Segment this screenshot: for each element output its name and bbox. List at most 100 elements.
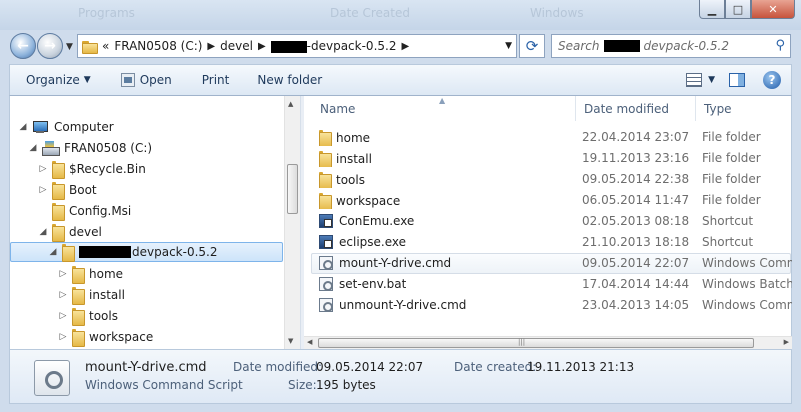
scroll-up-icon[interactable]: ▲ bbox=[288, 100, 293, 108]
breadcrumb-drive[interactable]: FRAN0508 (C:) bbox=[114, 39, 202, 53]
back-button[interactable]: ← bbox=[10, 33, 36, 59]
view-options-icon[interactable] bbox=[686, 73, 703, 87]
address-history-dropdown[interactable]: ▼ bbox=[505, 41, 512, 51]
redaction-bar bbox=[603, 40, 640, 52]
open-button[interactable]: Open bbox=[120, 73, 172, 87]
file-row[interactable]: set-env.bat 17.04.2014 14:44 Windows Bat… bbox=[311, 274, 792, 295]
tree-item-recycle-bin[interactable]: ▷ $Recycle.Bin bbox=[38, 159, 146, 179]
scroll-down-icon[interactable]: ▼ bbox=[288, 337, 293, 345]
maximize-button[interactable]: □ bbox=[725, 0, 751, 19]
file-row[interactable]: tools 09.05.2014 22:38 File folder bbox=[311, 169, 791, 190]
tree-label: Boot bbox=[69, 183, 97, 197]
recent-pages-button[interactable]: ▼ bbox=[66, 42, 73, 52]
tree-item-devel[interactable]: ◢ devel bbox=[38, 222, 102, 242]
nav-scrollbar[interactable]: ▲ ▼ bbox=[284, 96, 300, 349]
tree-item-config-msi[interactable]: Config.Msi bbox=[38, 201, 131, 221]
column-header-type[interactable]: Type bbox=[696, 96, 792, 121]
file-name: ConEmu.exe bbox=[339, 214, 415, 228]
tree-label: home bbox=[89, 267, 124, 281]
tree-item-drive[interactable]: ◢ FRAN0508 (C:) bbox=[28, 138, 152, 158]
scroll-right-icon[interactable]: ▶ bbox=[784, 338, 789, 346]
tree-item-install[interactable]: ▷ install bbox=[58, 285, 125, 305]
preview-pane-icon[interactable] bbox=[729, 73, 745, 87]
tree-item-boot[interactable]: ▷ Boot bbox=[38, 180, 97, 200]
folder-icon bbox=[52, 224, 65, 242]
file-row[interactable]: unmount-Y-drive.cmd 23.04.2013 14:05 Win… bbox=[311, 295, 792, 316]
expanded-arrow-icon[interactable]: ◢ bbox=[38, 227, 48, 237]
organize-menu[interactable]: Organize ▼ bbox=[26, 73, 91, 87]
new-folder-button[interactable]: New folder bbox=[257, 73, 322, 87]
column-label: Date modified bbox=[584, 101, 670, 116]
file-row[interactable]: ConEmu.exe 02.05.2013 08:18 Shortcut bbox=[311, 211, 791, 232]
collapsed-arrow-icon[interactable]: ▷ bbox=[58, 269, 68, 279]
file-row[interactable]: home 22.04.2014 23:07 File folder bbox=[311, 127, 791, 148]
file-row[interactable]: install 19.11.2013 23:16 File folder bbox=[311, 148, 791, 169]
expanded-arrow-icon[interactable]: ◢ bbox=[28, 143, 38, 153]
file-type: File folder bbox=[702, 130, 761, 144]
file-row-hovered[interactable]: mount-Y-drive.cmd 09.05.2014 22:07 Windo… bbox=[311, 253, 792, 274]
collapsed-arrow-icon[interactable]: ▷ bbox=[38, 185, 48, 195]
collapsed-arrow-icon[interactable]: ▷ bbox=[58, 311, 68, 321]
scrollbar-grip-icon: ||| bbox=[518, 338, 526, 346]
collapsed-arrow-icon[interactable]: ▷ bbox=[38, 164, 48, 174]
breadcrumb-separator-icon[interactable]: ▶ bbox=[401, 41, 409, 52]
address-bar[interactable]: « FRAN0508 (C:) ▶ devel ▶ -devpack-0.5.2… bbox=[77, 34, 517, 58]
shortcut-icon bbox=[319, 214, 333, 228]
title-ghost-text: Date Created bbox=[330, 6, 410, 20]
minimize-button[interactable]: ▁ bbox=[699, 0, 725, 19]
title-ghost-text: Programs bbox=[78, 6, 135, 20]
file-row[interactable]: eclipse.exe 21.10.2013 18:18 Shortcut bbox=[311, 232, 791, 253]
tree-label: Computer bbox=[54, 120, 114, 134]
computer-icon bbox=[32, 120, 48, 134]
file-name: workspace bbox=[336, 194, 401, 208]
scrollbar-thumb[interactable] bbox=[318, 338, 754, 348]
folder-icon bbox=[319, 172, 332, 188]
tree-item-computer[interactable]: ◢ Computer bbox=[18, 117, 114, 137]
file-date: 19.11.2013 23:16 bbox=[582, 151, 690, 165]
tree-item-devpack[interactable]: ◢ devpack-0.5.2 bbox=[10, 242, 283, 262]
folder-icon bbox=[72, 308, 85, 326]
tree-item-home[interactable]: ▷ home bbox=[58, 264, 123, 284]
tree-item-workspace[interactable]: ▷ workspace bbox=[58, 327, 153, 347]
help-icon[interactable]: ? bbox=[763, 71, 781, 89]
tree-item-tools[interactable]: ▷ tools bbox=[58, 306, 118, 326]
breadcrumb-separator-icon[interactable]: ▶ bbox=[207, 41, 215, 52]
new-folder-label: New folder bbox=[257, 73, 323, 87]
tree-label: devpack-0.5.2 bbox=[132, 245, 218, 259]
expanded-arrow-icon[interactable]: ◢ bbox=[48, 247, 58, 257]
title-ghost-text: Windows bbox=[530, 6, 584, 20]
collapsed-arrow-icon[interactable]: ▷ bbox=[58, 332, 68, 342]
file-list-hscrollbar[interactable]: ◀ ||| ▶ bbox=[304, 336, 792, 349]
expanded-arrow-icon[interactable]: ◢ bbox=[18, 122, 28, 132]
file-date: 09.05.2014 22:38 bbox=[582, 172, 690, 186]
tree-label: install bbox=[89, 288, 125, 302]
refresh-button[interactable]: ⟳ bbox=[519, 34, 545, 58]
script-file-icon bbox=[34, 360, 70, 396]
file-type: Shortcut bbox=[702, 214, 754, 228]
collapsed-arrow-icon[interactable]: ▷ bbox=[58, 290, 68, 300]
breadcrumb-separator-icon[interactable]: ▶ bbox=[258, 41, 266, 52]
search-input[interactable]: Search devpack-0.5.2 ⚲ bbox=[551, 34, 791, 58]
address-row: ← → ▼ « FRAN0508 (C:) ▶ devel ▶ -devpack… bbox=[0, 30, 801, 64]
column-header-date[interactable]: Date modified bbox=[576, 96, 696, 121]
breadcrumb-devpack[interactable]: -devpack-0.5.2 bbox=[270, 39, 396, 53]
close-button[interactable]: ✕ bbox=[751, 0, 795, 19]
tree-label: devel bbox=[69, 225, 102, 239]
print-button[interactable]: Print bbox=[202, 73, 230, 87]
scrollbar-thumb[interactable] bbox=[287, 164, 298, 214]
file-row[interactable]: workspace 06.05.2014 11:47 File folder bbox=[311, 190, 791, 211]
folder-icon bbox=[319, 193, 332, 209]
address-overflow-chevron[interactable]: « bbox=[102, 39, 109, 53]
chevron-down-icon[interactable]: ▼ bbox=[708, 75, 715, 85]
details-filename: mount-Y-drive.cmd bbox=[85, 360, 207, 375]
breadcrumb-devel[interactable]: devel bbox=[220, 39, 253, 53]
file-date: 02.05.2013 08:18 bbox=[582, 214, 690, 228]
details-modified-value: 09.05.2014 22:07 bbox=[316, 360, 424, 374]
search-icon[interactable]: ⚲ bbox=[775, 38, 785, 53]
sort-ascending-icon: ▲ bbox=[439, 96, 446, 105]
scroll-left-icon[interactable]: ◀ bbox=[307, 338, 312, 346]
tree-label: tools bbox=[89, 309, 118, 323]
file-name: set-env.bat bbox=[339, 277, 407, 291]
script-icon bbox=[319, 277, 333, 291]
forward-button[interactable]: → bbox=[37, 33, 63, 59]
